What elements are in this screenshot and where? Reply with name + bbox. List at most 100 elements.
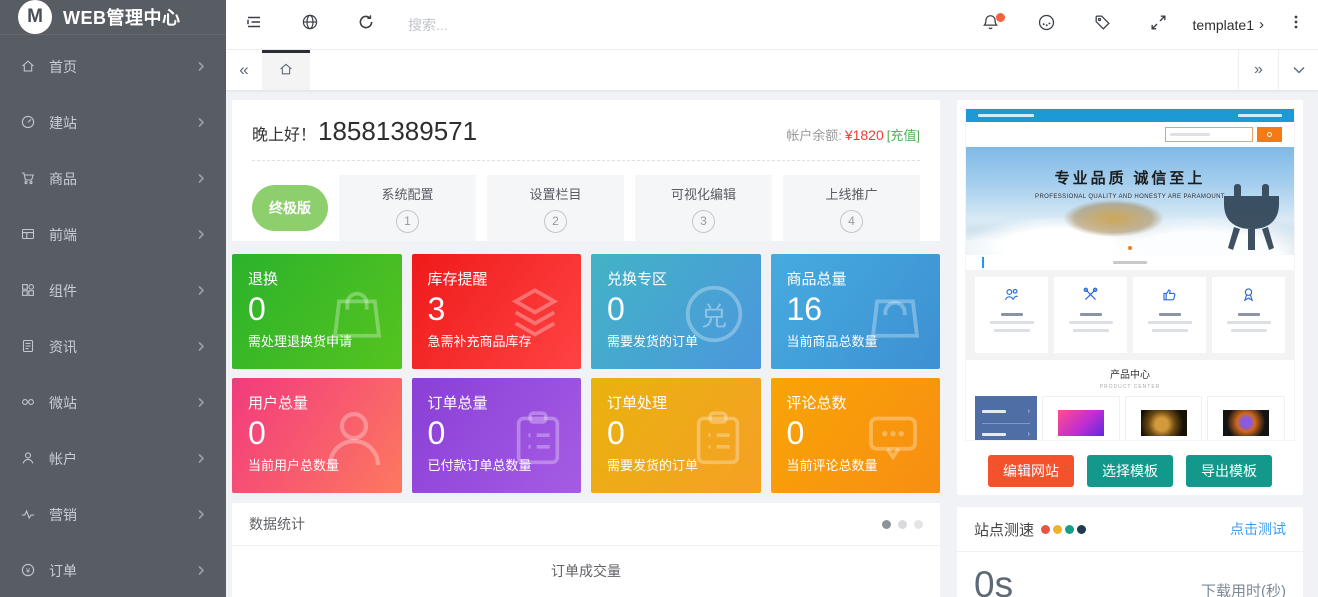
run-speed-test-link[interactable]: 点击测试 <box>1230 519 1286 539</box>
speed-value: 0s <box>974 564 1013 597</box>
sidebar-item-label: 营销 <box>49 505 184 525</box>
carousel-dots <box>882 520 923 529</box>
speed-dot <box>1065 525 1074 534</box>
preview-topbar <box>966 109 1294 122</box>
stat-card-exchange[interactable]: 兑换专区 0 需要发货的订单 兑 <box>591 254 761 369</box>
section-title: 产品中心 <box>966 366 1294 381</box>
sidebar-item-site-builder[interactable]: 建站 <box>0 95 226 151</box>
tabs-menu-button[interactable] <box>1278 50 1318 90</box>
stat-card-order-processing[interactable]: 订单处理 0 需要发货的订单 <box>591 378 761 493</box>
stat-card-total-orders[interactable]: 订单总量 0 已付款订单总数量 <box>412 378 582 493</box>
feature-title-bar <box>1080 313 1102 316</box>
carousel-dot[interactable] <box>898 520 907 529</box>
fullscreen-button[interactable] <box>1131 0 1187 50</box>
language-button[interactable] <box>282 0 338 50</box>
edit-site-button[interactable]: 编辑网站 <box>988 455 1074 487</box>
yen-icon: ¥ <box>20 562 36 581</box>
comment-icon <box>858 404 928 475</box>
step-go-live[interactable]: 上线推广 4 <box>783 175 920 241</box>
notification-badge-dot <box>996 13 1005 22</box>
chevron-right-icon <box>197 451 206 467</box>
greeting-text: 晚上好！ <box>252 121 316 145</box>
sidebar-item-orders[interactable]: ¥ 订单 <box>0 543 226 597</box>
template-switcher-label: template1 <box>1193 17 1254 33</box>
chevron-right-icon <box>197 339 206 355</box>
welcome-card: 晚上好！ 18581389571 帐户余额: ¥1820 [充值] 终极版 系统… <box>232 100 940 241</box>
speed-dot <box>1077 525 1086 534</box>
preview-hero-banner: 专业品质 诚信至上 PROFESSIONAL QUALITY AND HONES… <box>966 147 1294 255</box>
notifications-button[interactable] <box>963 0 1019 50</box>
section-subtitle: PRODUCT CENTER <box>966 384 1294 390</box>
step-label: 可视化编辑 <box>671 184 736 203</box>
sidebar-collapse-button[interactable] <box>226 0 282 50</box>
stat-card-stock-alert[interactable]: 库存提醒 3 急需补充商品库存 <box>412 254 582 369</box>
sidebar-item-news[interactable]: 资讯 <box>0 319 226 375</box>
feature-title-bar <box>1238 313 1260 316</box>
site-template-preview: 专业品质 诚信至上 PROFESSIONAL QUALITY AND HONES… <box>965 108 1295 441</box>
welcome-header: 晚上好！ 18581389571 帐户余额: ¥1820 [充值] <box>252 116 920 161</box>
right-column: 专业品质 诚信至上 PROFESSIONAL QUALITY AND HONES… <box>957 100 1303 597</box>
feature-text-bar <box>1148 321 1192 324</box>
expand-icon <box>1149 13 1168 37</box>
feature-text-bar <box>1069 321 1113 324</box>
export-template-button[interactable]: 导出模板 <box>1186 455 1272 487</box>
gauge-icon <box>20 114 36 133</box>
feature-text-bar <box>1073 329 1109 332</box>
version-badge[interactable]: 终极版 <box>252 185 328 231</box>
sidebar-item-products[interactable]: 商品 <box>0 151 226 207</box>
search-input[interactable] <box>408 17 638 33</box>
tab-home[interactable] <box>262 50 310 90</box>
tag-button[interactable] <box>1075 0 1131 50</box>
theme-button[interactable] <box>1019 0 1075 50</box>
carousel-dot[interactable] <box>914 520 923 529</box>
recharge-link[interactable]: [充值] <box>887 125 920 144</box>
refresh-button[interactable] <box>338 0 394 50</box>
sidebar-item-marketing[interactable]: 营销 <box>0 487 226 543</box>
more-menu-button[interactable] <box>1274 0 1318 50</box>
refresh-icon <box>357 13 375 36</box>
bag-icon <box>324 280 390 351</box>
stat-card-total-comments[interactable]: 评论总数 0 当前评论总数量 <box>771 378 941 493</box>
data-statistics-header: 数据统计 <box>232 503 940 546</box>
preview-category-menu: › › <box>975 396 1037 441</box>
template-card: 专业品质 诚信至上 PROFESSIONAL QUALITY AND HONES… <box>957 100 1303 495</box>
preview-product-card <box>1125 396 1203 441</box>
more-icon <box>1288 14 1304 35</box>
stat-card-total-users[interactable]: 用户总量 0 当前用户总数量 <box>232 378 402 493</box>
speed-value-label: 下载用时(秒) <box>1201 580 1286 597</box>
sidebar-item-label: 组件 <box>49 281 184 301</box>
main-area: template1 › « » <box>226 0 1318 597</box>
step-setup-columns[interactable]: 设置栏目 2 <box>487 175 624 241</box>
sidebar-item-microsite[interactable]: 微站 <box>0 375 226 431</box>
home-icon <box>20 58 36 77</box>
preview-products-row: › › <box>966 394 1294 441</box>
template-switcher[interactable]: template1 › <box>1193 16 1264 33</box>
speed-dot <box>1041 525 1050 534</box>
carousel-dot-active[interactable] <box>882 520 891 529</box>
sidebar-item-label: 订单 <box>49 561 184 581</box>
chart-title: 订单成交量 <box>232 546 940 581</box>
sidebar-item-home[interactable]: 首页 <box>0 39 226 95</box>
step-system-config[interactable]: 系统配置 1 <box>339 175 476 241</box>
tabs-scroll-right-button[interactable]: » <box>1238 50 1278 90</box>
app-title: WEB管理中心 <box>63 4 181 30</box>
user-icon <box>20 450 36 469</box>
sidebar-item-frontend[interactable]: 前端 <box>0 207 226 263</box>
preview-nav-row <box>966 122 1294 147</box>
pulse-icon <box>20 506 36 525</box>
sidebar-nav: 首页 建站 商品 前端 组件 <box>0 35 226 597</box>
stat-card-returns[interactable]: 退换 0 需处理退换货申请 <box>232 254 402 369</box>
chevron-right-icon: › <box>1259 16 1264 33</box>
choose-template-button[interactable]: 选择模板 <box>1087 455 1173 487</box>
feature-title-bar <box>1001 313 1023 316</box>
tabs-scroll-left-button[interactable]: « <box>226 50 262 90</box>
stat-card-total-products[interactable]: 商品总量 16 当前商品总数量 <box>771 254 941 369</box>
step-visual-edit[interactable]: 可视化编辑 3 <box>635 175 772 241</box>
sidebar-item-account[interactable]: 帐户 <box>0 431 226 487</box>
sidebar-item-label: 建站 <box>49 113 184 133</box>
cart-icon <box>20 170 36 189</box>
app-logo-row: M WEB管理中心 <box>0 0 226 35</box>
speed-status-dots <box>1041 525 1086 534</box>
preview-phone-text-bar <box>1238 114 1282 117</box>
sidebar-item-components[interactable]: 组件 <box>0 263 226 319</box>
